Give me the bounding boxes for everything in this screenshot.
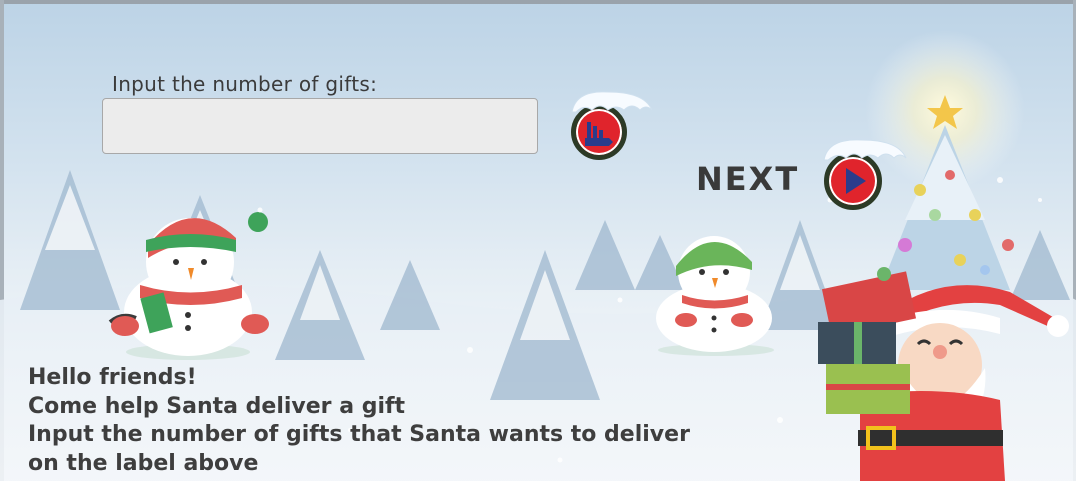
app-window: Input the number of gifts: NEXT Hello fr… (0, 0, 1076, 481)
instruction-line: Come help Santa deliver a gift (28, 393, 406, 419)
greeting-text: Hello friends! (28, 365, 197, 390)
snowcap-decoration (823, 139, 907, 161)
snowman-middle-illustration (656, 236, 774, 356)
snowcap-decoration (571, 91, 653, 113)
instruction-line: on the label above (28, 450, 259, 476)
instruction-messages: Hello friends! Come help Santa deliver a… (28, 364, 690, 478)
next-label: NEXT (696, 160, 800, 198)
gift-count-input[interactable] (102, 98, 538, 154)
instruction-line: Input the number of gifts that Santa wan… (28, 422, 690, 447)
gift-count-prompt: Input the number of gifts: (112, 72, 378, 96)
